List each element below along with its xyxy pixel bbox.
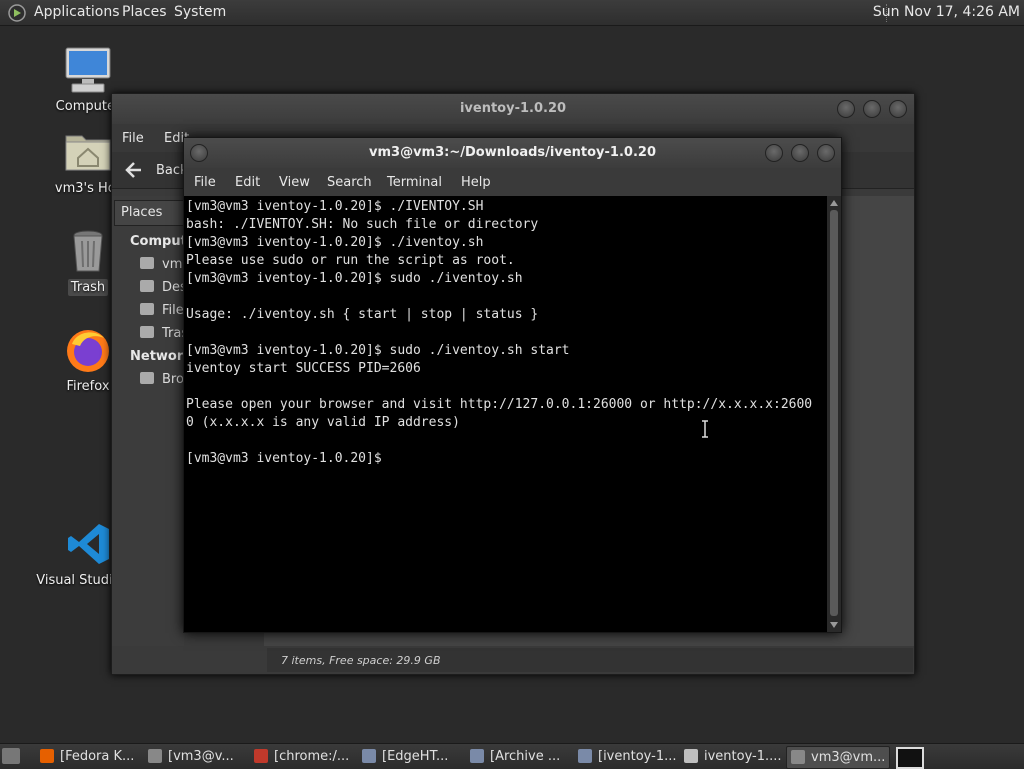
window-title: iventoy-1.0.20 xyxy=(459,101,567,116)
menu-view[interactable]: View xyxy=(279,175,310,190)
trash-icon xyxy=(73,230,103,272)
home-folder-icon xyxy=(65,135,111,171)
taskbar-item[interactable]: [chrome:/... xyxy=(250,746,354,767)
menu-terminal[interactable]: Terminal xyxy=(387,175,442,190)
firefox-icon xyxy=(40,749,54,763)
window-title: vm3@vm3:~/Downloads/iventoy-1.0.20 xyxy=(369,145,656,160)
taskbar-item[interactable]: [Archive ... xyxy=(466,746,570,767)
ibeam-cursor-icon xyxy=(702,420,708,438)
terminal-window[interactable]: vm3@vm3:~/Downloads/iventoy-1.0.20 File … xyxy=(183,137,842,633)
file-manager-titlebar[interactable]: iventoy-1.0.20 xyxy=(112,94,914,124)
terminal-icon xyxy=(148,749,162,763)
trash-icon xyxy=(140,326,154,338)
desktop-icon-label: Firefox xyxy=(66,379,110,394)
show-desktop-icon[interactable] xyxy=(2,748,20,764)
places-dropdown[interactable]: Places xyxy=(114,200,186,226)
terminal-scrollbar[interactable] xyxy=(827,196,841,632)
scrollbar-thumb[interactable] xyxy=(830,210,838,616)
terminal-titlebar[interactable]: vm3@vm3:~/Downloads/iventoy-1.0.20 xyxy=(184,138,841,168)
applications-menu-icon[interactable] xyxy=(8,4,26,22)
workspace-switcher[interactable] xyxy=(896,747,924,769)
web-icon xyxy=(362,749,376,763)
close-button[interactable] xyxy=(817,144,835,162)
maximize-button[interactable] xyxy=(791,144,809,162)
desktop-icon-label: Trash xyxy=(67,279,109,296)
archive-icon xyxy=(470,749,484,763)
menu-file[interactable]: File xyxy=(194,175,216,190)
close-button[interactable] xyxy=(889,100,907,118)
taskbar: [Fedora K... [vm3@v... [chrome:/... [Edg… xyxy=(0,743,1024,769)
back-arrow-icon[interactable] xyxy=(124,161,142,179)
top-panel: Applications Places System Sun Nov 17, 4… xyxy=(0,0,1024,26)
terminal-output[interactable]: [vm3@vm3 iventoy-1.0.20]$ ./IVENTOY.SH b… xyxy=(184,196,827,632)
menu-places[interactable]: Places xyxy=(122,4,167,20)
menu-system[interactable]: System xyxy=(174,4,226,20)
terminal-icon xyxy=(791,750,805,764)
menu-edit[interactable]: Edit xyxy=(235,175,260,190)
minimize-button[interactable] xyxy=(765,144,783,162)
chrome-icon xyxy=(254,749,268,763)
taskbar-item[interactable]: [EdgeHT... xyxy=(358,746,462,767)
taskbar-item[interactable]: [vm3@v... xyxy=(144,746,244,767)
minimize-button[interactable] xyxy=(837,100,855,118)
maximize-button[interactable] xyxy=(863,100,881,118)
scroll-down-icon[interactable] xyxy=(830,622,838,628)
firefox-icon xyxy=(67,330,109,372)
terminal-menubar: File Edit View Search Terminal Help xyxy=(184,168,841,196)
menu-search[interactable]: Search xyxy=(327,175,372,190)
archive-icon xyxy=(578,749,592,763)
terminal-text: [vm3@vm3 iventoy-1.0.20]$ ./IVENTOY.SH b… xyxy=(186,199,813,466)
taskbar-item-active[interactable]: vm3@vm... xyxy=(786,746,890,769)
file-manager-statusbar: 7 items, Free space: 29.9 GB xyxy=(267,648,913,672)
folder-icon xyxy=(684,749,698,763)
status-text: 7 items, Free space: 29.9 GB xyxy=(281,654,441,667)
network-icon xyxy=(140,372,154,384)
computer-icon xyxy=(65,47,111,93)
drive-icon xyxy=(140,303,154,315)
vscode-icon xyxy=(68,524,109,564)
taskbar-item[interactable]: [Fedora K... xyxy=(36,746,140,767)
home-icon xyxy=(140,257,154,269)
menu-help[interactable]: Help xyxy=(461,175,491,190)
clock[interactable]: Sun Nov 17, 4:26 AM xyxy=(873,4,1020,20)
taskbar-item[interactable]: [iventoy-1... xyxy=(574,746,678,767)
menu-file[interactable]: File xyxy=(122,131,144,146)
taskbar-item[interactable]: iventoy-1.... xyxy=(680,746,784,767)
desktop-icon xyxy=(140,280,154,292)
menu-applications[interactable]: Applications xyxy=(34,4,120,20)
scroll-up-icon[interactable] xyxy=(830,200,838,206)
places-dropdown-label: Places xyxy=(121,205,163,220)
